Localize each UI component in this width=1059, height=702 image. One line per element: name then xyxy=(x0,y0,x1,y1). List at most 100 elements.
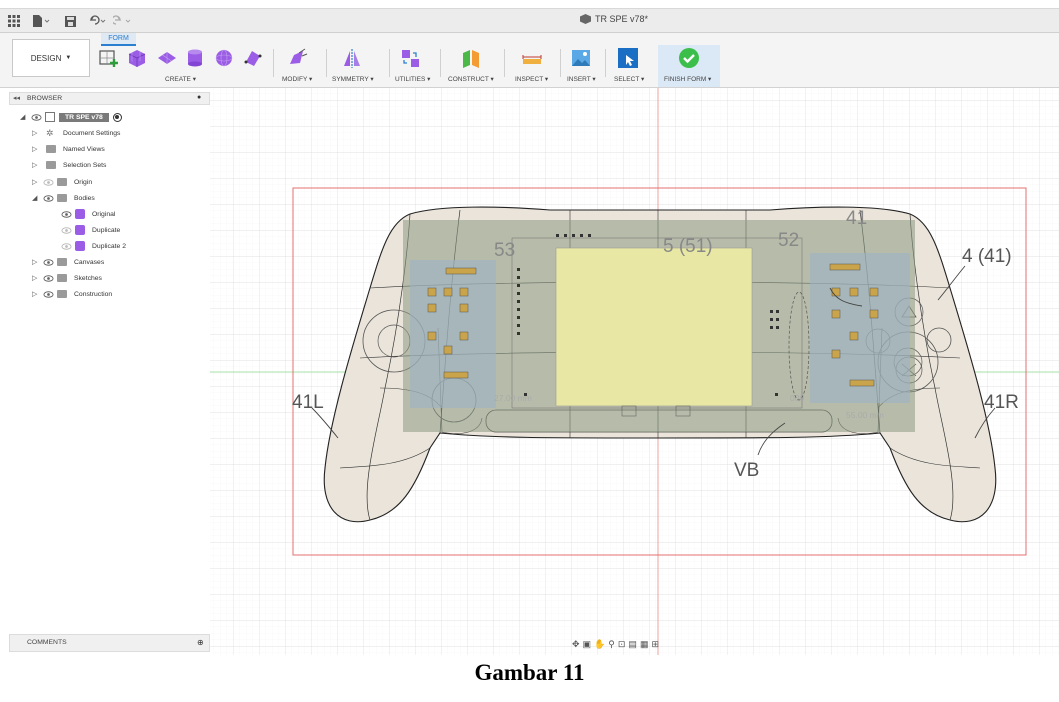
label-53: 53 xyxy=(494,240,515,261)
pan-icon[interactable]: ✋ xyxy=(594,639,605,650)
fusion-window: TR SPE v78* DESIGN ▼ FORM CREATE ▾ MODIF… xyxy=(0,0,1059,655)
save-icon[interactable] xyxy=(65,13,76,29)
folder-icon xyxy=(57,178,67,186)
insert-image-icon[interactable] xyxy=(570,47,592,69)
tree-item-label: Selection Sets xyxy=(63,161,107,169)
tree-root[interactable]: ◢ TR SPE v78 xyxy=(20,110,122,124)
eye-icon[interactable] xyxy=(43,257,54,268)
display-settings-icon[interactable]: ▤ xyxy=(628,639,637,650)
construct-menu[interactable]: CONSTRUCT ▾ xyxy=(448,75,494,83)
tree-item-body-duplicate-2[interactable]: Duplicate 2 xyxy=(58,239,126,253)
grid-settings-icon[interactable]: ▦ xyxy=(640,639,649,650)
tree-item-body-duplicate[interactable]: Duplicate xyxy=(58,223,120,237)
eye-hidden-icon[interactable] xyxy=(61,241,72,252)
eye-icon[interactable] xyxy=(43,273,54,284)
insert-label: INSERT xyxy=(567,76,591,83)
redo-icon[interactable] xyxy=(113,13,135,29)
divider xyxy=(504,49,505,77)
browser-header[interactable]: ◂◂ BROWSER ● xyxy=(9,92,210,105)
title-bar: TR SPE v78* xyxy=(0,9,1059,33)
measure-icon[interactable] xyxy=(521,47,543,69)
browser-pin-icon[interactable]: ● xyxy=(197,94,201,101)
expanded-icon[interactable]: ◢ xyxy=(32,194,40,202)
eye-icon[interactable] xyxy=(31,112,42,123)
window-frame xyxy=(0,0,1059,9)
utilities-icon[interactable] xyxy=(399,47,421,69)
eye-icon[interactable] xyxy=(43,289,54,300)
collapsed-icon[interactable]: ▷ xyxy=(32,145,40,153)
workspace-switcher[interactable]: DESIGN ▼ xyxy=(12,39,90,77)
orbit-icon[interactable]: ✥ xyxy=(572,639,580,650)
collapse-icon[interactable]: ◂◂ xyxy=(13,94,20,102)
label-41: 41 xyxy=(846,208,867,229)
tree-item-bodies[interactable]: ◢ Bodies xyxy=(32,191,95,205)
tree-item-body-original[interactable]: Original xyxy=(58,207,115,221)
edit-form-icon[interactable] xyxy=(287,47,309,69)
inspect-menu[interactable]: INSPECT ▾ xyxy=(515,75,548,83)
look-at-icon[interactable]: ▣ xyxy=(583,639,592,650)
sphere-icon[interactable] xyxy=(213,47,235,69)
box-icon[interactable] xyxy=(126,47,148,69)
file-menu-icon[interactable] xyxy=(32,13,50,29)
checkmark-icon[interactable] xyxy=(678,47,700,69)
tree-item-label: Bodies xyxy=(74,194,95,202)
collapsed-icon[interactable]: ▷ xyxy=(32,274,40,282)
pcb-dim-right: 000 xyxy=(790,393,804,403)
insert-menu[interactable]: INSERT ▾ xyxy=(567,75,596,83)
symmetry-icon[interactable] xyxy=(341,47,363,69)
collapsed-icon[interactable]: ▷ xyxy=(32,290,40,298)
active-target-icon[interactable] xyxy=(112,112,122,122)
toolbar-ribbon: DESIGN ▼ FORM CREATE ▾ MODIFY ▾ SYMMETRY… xyxy=(0,33,1059,88)
select-menu[interactable]: SELECT ▾ xyxy=(614,75,644,83)
label-52: 52 xyxy=(778,230,799,251)
expanded-icon[interactable]: ◢ xyxy=(20,113,28,121)
model-canvas[interactable]: 27.00 mm 000 55.00 mm 41L 41R 4 (41) 41 xyxy=(210,88,1059,655)
tree-item-sketches[interactable]: ▷ Sketches xyxy=(32,271,102,285)
fit-icon[interactable]: ⊡ xyxy=(618,639,626,650)
divider xyxy=(560,49,561,77)
tree-item-named-views[interactable]: ▷ Named Views xyxy=(32,142,105,156)
eye-hidden-icon[interactable] xyxy=(61,225,72,236)
create-label: CREATE xyxy=(165,76,191,83)
tree-item-origin[interactable]: ▷ Origin xyxy=(32,175,92,189)
add-comment-icon[interactable]: ⊕ xyxy=(197,638,204,647)
undo-icon[interactable] xyxy=(87,13,109,29)
tree-item-canvases[interactable]: ▷ Canvases xyxy=(32,255,104,269)
eye-icon[interactable] xyxy=(61,209,72,220)
collapsed-icon[interactable]: ▷ xyxy=(32,258,40,266)
tree-item-selection-sets[interactable]: ▷ Selection Sets xyxy=(32,158,106,172)
symmetry-menu[interactable]: SYMMETRY ▾ xyxy=(332,75,374,83)
cylinder-icon[interactable] xyxy=(184,47,206,69)
collapsed-icon[interactable]: ▷ xyxy=(32,178,40,186)
label-41r: 41R xyxy=(984,392,1019,413)
face-icon[interactable] xyxy=(242,47,264,69)
document-title: TR SPE v78* xyxy=(580,14,648,24)
canvas-viewport[interactable]: 27.00 mm 000 55.00 mm 41L 41R 4 (41) 41 xyxy=(210,88,1059,655)
eye-hidden-icon[interactable] xyxy=(43,177,54,188)
zoom-icon[interactable]: ⚲ xyxy=(608,639,615,650)
finish-form-menu[interactable]: FINISH FORM ▾ xyxy=(664,75,711,83)
tree-item-document-settings[interactable]: ▷ ✲ Document Settings xyxy=(32,126,120,140)
construct-plane-icon[interactable] xyxy=(460,47,482,69)
viewports-icon[interactable]: ⊞ xyxy=(651,639,659,650)
modify-menu[interactable]: MODIFY ▾ xyxy=(282,75,312,83)
collapsed-icon[interactable]: ▷ xyxy=(32,129,40,137)
app-grid-icon[interactable] xyxy=(8,13,20,29)
construct-label: CONSTRUCT xyxy=(448,76,489,83)
eye-icon[interactable] xyxy=(43,193,54,204)
select-icon[interactable] xyxy=(617,47,639,69)
tab-form[interactable]: FORM xyxy=(101,33,136,46)
comments-panel[interactable]: COMMENTS ⊕ xyxy=(9,634,210,652)
tree-item-label: Original xyxy=(92,210,116,218)
component-icon xyxy=(45,112,55,122)
create-menu[interactable]: CREATE ▾ xyxy=(165,75,196,83)
plane-icon[interactable] xyxy=(156,47,178,69)
label-41l: 41L xyxy=(292,392,324,413)
folder-icon xyxy=(57,258,67,266)
utilities-menu[interactable]: UTILITIES ▾ xyxy=(395,75,430,83)
tree-item-construction[interactable]: ▷ Construction xyxy=(32,287,112,301)
folder-icon xyxy=(57,274,67,282)
create-form-icon[interactable] xyxy=(98,47,120,69)
collapsed-icon[interactable]: ▷ xyxy=(32,161,40,169)
inspect-label: INSPECT xyxy=(515,76,544,83)
